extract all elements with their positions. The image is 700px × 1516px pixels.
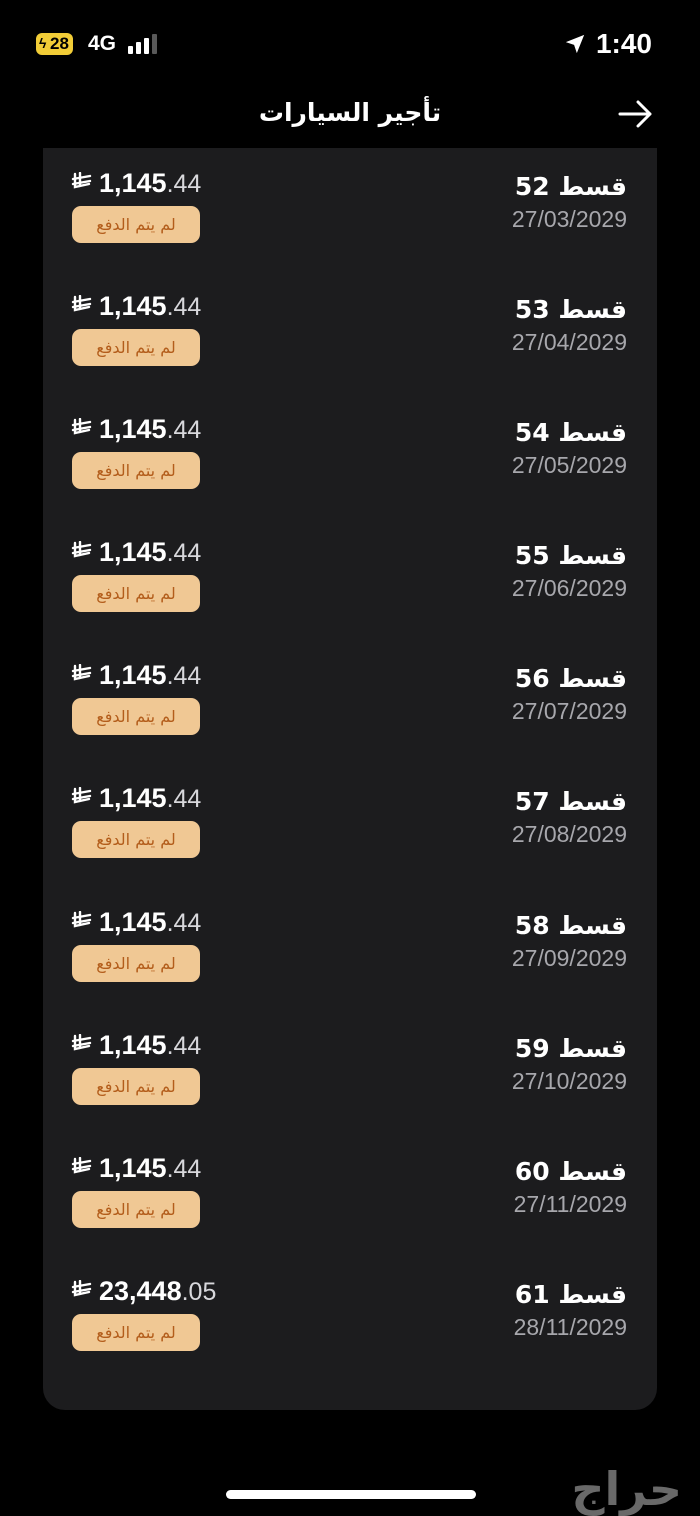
amount-integer: 1,145 [99,907,167,937]
installment-label: قسط 57 [514,787,627,816]
installment-label: قسط 61 [514,1280,627,1309]
installment-date: 27/08/2029 [511,821,627,847]
amount-integer: 1,145 [99,660,167,690]
installment-amount: 1,145 .44 [71,1030,201,1061]
installments-card: قسط 52 27/03/2029 1,145 .44 لم يتم الدفع… [43,148,657,1410]
amount-decimal: .44 [166,539,202,567]
battery-indicator: ϟ 28 [36,33,73,55]
page-title: تأجير السيارات [258,98,442,127]
installment-label: قسط 58 [514,911,627,940]
amount-decimal: .44 [166,1155,202,1183]
status-badge: لم يتم الدفع [72,698,200,735]
network-type: 4G [88,32,117,55]
status-badge: لم يتم الدفع [72,329,200,366]
installment-row[interactable]: قسط 60 27/11/2029 1,145 .44 لم يتم الدفع [43,1133,657,1256]
battery-level: 28 [50,34,69,53]
amount-decimal: .44 [166,1032,202,1060]
charging-bolt-icon: ϟ [39,35,47,51]
riyal-currency-icon [71,786,93,813]
installment-row[interactable]: قسط 54 27/05/2029 1,145 .44 لم يتم الدفع [43,394,657,517]
installment-label: قسط 52 [514,172,627,201]
installment-amount: 23,448 .05 [71,1276,216,1307]
installment-date: 27/06/2029 [511,575,627,601]
installment-row[interactable]: قسط 57 27/08/2029 1,145 .44 لم يتم الدفع [43,763,657,886]
riyal-currency-icon [71,910,93,937]
installment-row[interactable]: قسط 52 27/03/2029 1,145 .44 لم يتم الدفع [43,148,657,271]
status-bar: ϟ 28 4G 1:40 [0,0,700,90]
installment-amount: 1,145 .44 [71,783,201,814]
amount-integer: 1,145 [99,168,167,198]
installment-row[interactable]: قسط 58 27/09/2029 1,145 .44 لم يتم الدفع [43,887,657,1010]
amount-integer: 1,145 [99,414,167,444]
installment-date: 27/05/2029 [511,452,627,478]
amount-decimal: .44 [166,909,202,937]
amount-decimal: .44 [166,662,202,690]
installment-row[interactable]: قسط 59 27/10/2029 1,145 .44 لم يتم الدفع [43,1010,657,1133]
installment-date: 27/10/2029 [511,1068,627,1094]
riyal-currency-icon [71,1279,93,1306]
amount-integer: 23,448 [99,1276,182,1306]
watermark-logo: حراج [571,1462,682,1516]
installment-amount: 1,145 .44 [71,660,201,691]
riyal-currency-icon [71,1033,93,1060]
installment-label: قسط 59 [514,1034,627,1063]
installment-amount: 1,145 .44 [71,1153,201,1184]
installment-label: قسط 60 [514,1157,627,1186]
installment-row[interactable]: قسط 55 27/06/2029 1,145 .44 لم يتم الدفع [43,517,657,640]
riyal-currency-icon [71,540,93,567]
clock: 1:40 [595,28,652,59]
amount-decimal: .44 [166,416,202,444]
amount-decimal: .44 [166,785,202,813]
signal-strength-icon [128,34,157,54]
status-badge: لم يتم الدفع [72,945,200,982]
riyal-currency-icon [71,294,93,321]
status-badge: لم يتم الدفع [72,821,200,858]
amount-decimal: .44 [166,293,202,321]
installment-amount: 1,145 .44 [71,414,201,445]
nav-header: تأجير السيارات [0,90,700,148]
installment-date: 27/11/2029 [513,1191,627,1217]
status-badge: لم يتم الدفع [72,452,200,489]
amount-decimal: .44 [166,170,202,198]
status-badge: لم يتم الدفع [72,1314,200,1351]
riyal-currency-icon [71,417,93,444]
amount-integer: 1,145 [99,1030,167,1060]
amount-integer: 1,145 [99,783,167,813]
installment-label: قسط 56 [514,664,627,693]
installment-amount: 1,145 .44 [71,168,201,199]
installment-label: قسط 55 [514,541,627,570]
home-indicator[interactable] [226,1490,476,1499]
installment-date: 27/04/2029 [511,329,627,355]
installment-amount: 1,145 .44 [71,537,201,568]
installment-label: قسط 53 [514,295,627,324]
status-badge: لم يتم الدفع [72,206,200,243]
installment-row[interactable]: قسط 53 27/04/2029 1,145 .44 لم يتم الدفع [43,271,657,394]
amount-integer: 1,145 [99,291,167,321]
amount-integer: 1,145 [99,1153,167,1183]
installment-date: 28/11/2029 [513,1314,627,1340]
riyal-currency-icon [71,663,93,690]
status-badge: لم يتم الدفع [72,1068,200,1105]
riyal-currency-icon [71,171,93,198]
installment-date: 27/07/2029 [511,698,627,724]
status-badge: لم يتم الدفع [72,1191,200,1228]
installment-date: 27/03/2029 [511,206,627,232]
location-arrow-icon [565,34,585,54]
amount-integer: 1,145 [99,537,167,567]
back-arrow-icon[interactable] [616,96,656,132]
installment-label: قسط 54 [514,418,627,447]
installment-date: 27/09/2029 [511,945,627,971]
installment-amount: 1,145 .44 [71,907,201,938]
installment-amount: 1,145 .44 [71,291,201,322]
amount-decimal: .05 [181,1278,217,1306]
riyal-currency-icon [71,1156,93,1183]
installment-row[interactable]: قسط 56 27/07/2029 1,145 .44 لم يتم الدفع [43,640,657,763]
status-badge: لم يتم الدفع [72,575,200,612]
installment-row[interactable]: قسط 61 28/11/2029 23,448 .05 لم يتم الدف… [43,1256,657,1379]
